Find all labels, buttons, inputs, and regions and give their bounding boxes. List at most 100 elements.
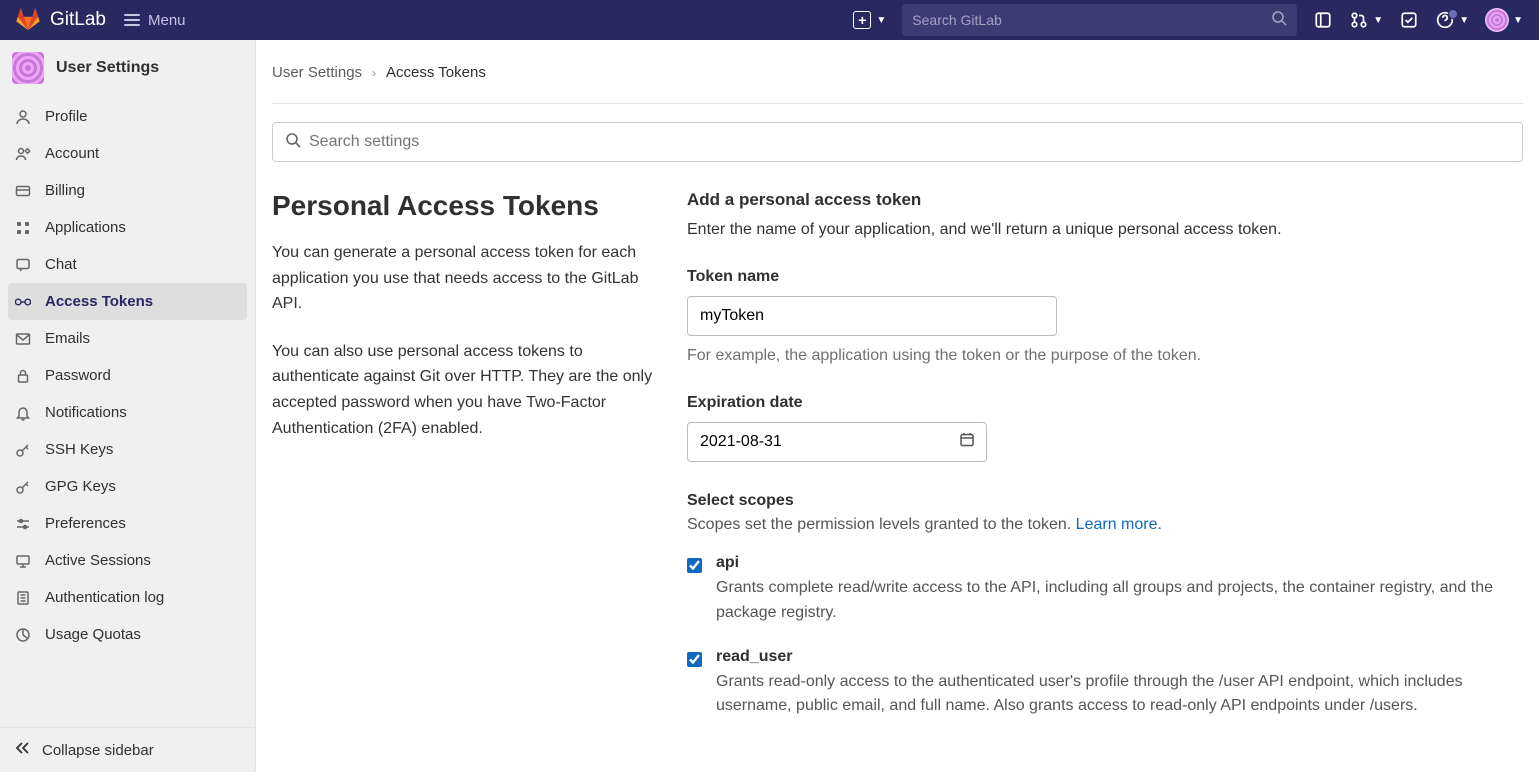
sidebar-item-label: Emails [45, 330, 90, 347]
access-tokens-icon [14, 294, 32, 310]
create-new-dropdown[interactable]: + ▼ [853, 11, 886, 29]
chevron-down-icon: ▼ [876, 15, 886, 26]
issues-nav-icon[interactable] [1313, 11, 1333, 29]
global-search[interactable] [902, 4, 1297, 36]
sidebar-item-password[interactable]: Password [0, 357, 255, 394]
breadcrumb: User Settings › Access Tokens [272, 40, 1523, 104]
scope-item-read-user: read_user Grants read-only access to the… [687, 648, 1523, 720]
todos-nav-icon[interactable] [1399, 11, 1419, 29]
sidebar-item-active-sessions[interactable]: Active Sessions [0, 542, 255, 579]
top-navbar: GitLab Menu + ▼ ▼ ▼ ▼ [0, 0, 1539, 40]
profile-icon [14, 109, 32, 125]
notifications-icon [14, 405, 32, 421]
form-subtitle: Enter the name of your application, and … [687, 218, 1523, 242]
sidebar-item-applications[interactable]: Applications [0, 209, 255, 246]
sidebar-item-label: Account [45, 145, 99, 162]
sidebar-item-label: Access Tokens [45, 293, 153, 310]
sidebar-item-label: Preferences [45, 515, 126, 532]
account-icon [14, 146, 32, 162]
scope-label: read_user [716, 648, 1523, 666]
sidebar-item-label: Notifications [45, 404, 127, 421]
menu-button[interactable]: Menu [124, 11, 186, 29]
search-input[interactable] [912, 12, 1271, 28]
scopes-title: Select scopes [687, 492, 1523, 510]
key-icon [14, 479, 32, 495]
sidebar-item-preferences[interactable]: Preferences [0, 505, 255, 542]
quotas-icon [14, 627, 32, 643]
password-icon [14, 368, 32, 384]
breadcrumb-parent[interactable]: User Settings [272, 64, 362, 81]
sidebar-item-billing[interactable]: Billing [0, 172, 255, 209]
section-description-1: You can generate a personal access token… [272, 240, 667, 317]
menu-label: Menu [148, 12, 186, 29]
search-icon [285, 132, 301, 153]
scope-description: Grants complete read/write access to the… [716, 576, 1523, 626]
help-nav[interactable]: ▼ [1435, 11, 1469, 29]
sidebar-title: User Settings [56, 59, 159, 77]
expiry-input[interactable] [687, 422, 987, 462]
help-icon [1435, 11, 1455, 29]
sidebar-item-access-tokens[interactable]: Access Tokens [8, 283, 247, 320]
sidebar-item-usage-quotas[interactable]: Usage Quotas [0, 616, 255, 653]
scope-checkbox-read-user[interactable] [687, 652, 702, 667]
emails-icon [14, 331, 32, 347]
sidebar-item-label: Applications [45, 219, 126, 236]
hamburger-icon [124, 11, 140, 29]
scope-checkbox-api[interactable] [687, 558, 702, 573]
scope-item-api: api Grants complete read/write access to… [687, 554, 1523, 626]
chat-icon [14, 257, 32, 273]
calendar-icon[interactable] [959, 432, 975, 453]
sidebar-item-label: Chat [45, 256, 77, 273]
sidebar-item-label: SSH Keys [45, 441, 113, 458]
main-content: User Settings › Access Tokens Personal A… [256, 40, 1539, 772]
section-description-2: You can also use personal access tokens … [272, 339, 667, 441]
search-icon [1271, 10, 1287, 31]
avatar [1485, 8, 1509, 32]
chevron-right-icon: › [372, 66, 376, 80]
expiry-label: Expiration date [687, 394, 1523, 412]
chevron-down-icon: ▼ [1373, 15, 1383, 26]
sidebar-item-emails[interactable]: Emails [0, 320, 255, 357]
sidebar-item-authentication-log[interactable]: Authentication log [0, 579, 255, 616]
sidebar-item-label: Active Sessions [45, 552, 151, 569]
sidebar-item-profile[interactable]: Profile [0, 98, 255, 135]
form-title: Add a personal access token [687, 190, 1523, 210]
sidebar-item-label: Usage Quotas [45, 626, 141, 643]
sidebar-item-account[interactable]: Account [0, 135, 255, 172]
scopes-sub-text: Scopes set the permission levels granted… [687, 516, 1076, 533]
sessions-icon [14, 553, 32, 569]
learn-more-link[interactable]: Learn more. [1076, 516, 1162, 533]
collapse-icon [14, 740, 30, 760]
key-icon [14, 442, 32, 458]
sidebar-item-label: Billing [45, 182, 85, 199]
sidebar-item-label: Authentication log [45, 589, 164, 606]
scope-label: api [716, 554, 1523, 572]
sidebar-item-notifications[interactable]: Notifications [0, 394, 255, 431]
merge-request-icon [1349, 11, 1369, 29]
preferences-icon [14, 516, 32, 532]
sidebar-item-gpg-keys[interactable]: GPG Keys [0, 468, 255, 505]
plus-icon: + [853, 11, 871, 29]
billing-icon [14, 183, 32, 199]
user-menu[interactable]: ▼ [1485, 8, 1523, 32]
chevron-down-icon: ▼ [1459, 15, 1469, 26]
sidebar: User Settings Profile Account Billing Ap… [0, 40, 256, 772]
collapse-label: Collapse sidebar [42, 742, 154, 759]
token-name-help: For example, the application using the t… [687, 344, 1523, 368]
collapse-sidebar[interactable]: Collapse sidebar [0, 727, 255, 772]
gitlab-icon [16, 8, 40, 32]
applications-icon [14, 220, 32, 236]
scope-description: Grants read-only access to the authentic… [716, 670, 1523, 720]
sidebar-item-chat[interactable]: Chat [0, 246, 255, 283]
sidebar-item-label: GPG Keys [45, 478, 116, 495]
scopes-subtitle: Scopes set the permission levels granted… [687, 516, 1523, 534]
search-settings-input[interactable] [309, 133, 1510, 151]
breadcrumb-current: Access Tokens [386, 64, 486, 81]
token-name-input[interactable] [687, 296, 1057, 336]
search-settings [272, 122, 1523, 162]
gitlab-logo[interactable]: GitLab [16, 8, 106, 32]
merge-requests-nav[interactable]: ▼ [1349, 11, 1383, 29]
sidebar-item-label: Password [45, 367, 111, 384]
sidebar-item-ssh-keys[interactable]: SSH Keys [0, 431, 255, 468]
page-title: Personal Access Tokens [272, 190, 667, 222]
